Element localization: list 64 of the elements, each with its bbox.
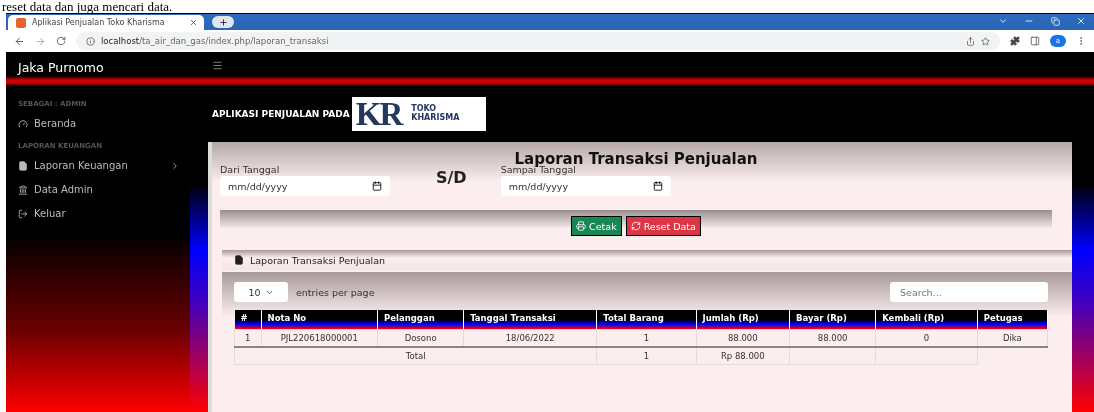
search-field[interactable]: Search... [890,282,1048,302]
close-icon [1076,16,1086,26]
address-bar[interactable]: localhost/ta_air_dan_gas/index.php/laporan_transaksi [76,32,1000,50]
column-header[interactable]: Tanggal Transaksi [463,310,597,330]
table-cell: 1 [596,347,697,365]
entries-label: entries per page [296,286,375,298]
column-header[interactable]: Nota No [261,310,378,330]
column-header[interactable]: Bayar (Rp) [789,310,876,330]
app-heading: APLIKASI PENJUALAN PADA [212,109,350,119]
table-cell: 0 [875,329,978,347]
field-label: Dari Tanggal [220,164,281,175]
print-button[interactable]: Cetak [571,216,622,236]
table-cell: PJL220618000001 [261,329,378,347]
logout-icon [18,208,28,219]
new-tab-button[interactable] [212,16,234,28]
calendar-icon[interactable] [652,181,663,191]
chevron-icon [998,16,1008,26]
menu-icon[interactable] [212,60,223,71]
sidebar-item[interactable]: Data Admin [18,184,180,195]
side-panel-icon[interactable] [1030,36,1040,46]
favicon-icon [16,17,26,28]
sidebar-item[interactable]: Beranda [18,118,180,129]
building-icon [18,184,28,195]
printer-icon [576,221,587,231]
calendar-icon[interactable] [372,181,382,191]
table-cell: 18/06/2022 [463,329,597,347]
page-size-select[interactable]: 10 [234,282,288,302]
refresh-icon [630,221,641,231]
section-header: Laporan Transaksi Penjualan [222,250,1072,270]
column-header[interactable]: Pelanggan [377,310,464,330]
column-header[interactable]: Kembali (Rp) [875,310,978,330]
table-cell: 1 [596,329,697,347]
sidebar-item[interactable]: Keluar [18,208,180,219]
table-cell: 88.000 [696,329,790,347]
column-header[interactable]: Jumlah (Rp) [696,310,790,330]
browser-tab[interactable]: Aplikasi Penjualan Toko Kharisma [8,15,204,30]
extensions-icon[interactable] [1010,36,1020,46]
column-header[interactable]: Petugas [977,310,1048,330]
table-cell: 88.000 [789,329,876,347]
user-name: Jaka Purnomo [18,60,105,75]
column-header[interactable]: # [234,310,261,330]
restore-icon [1050,16,1060,26]
sidebar-item[interactable]: Laporan Keuangan [18,160,180,171]
column-header[interactable]: Total Barang [596,310,697,330]
close-icon[interactable] [189,18,198,27]
back-icon[interactable] [14,35,25,47]
table-cell: Dika [977,329,1048,347]
date-field[interactable]: mm/dd/yyyy [220,176,390,196]
reload-icon[interactable] [56,36,66,46]
dashboard-icon [18,118,28,129]
table-cell: 1 [234,329,261,347]
tab-title: Aplikasi Penjualan Toko Kharisma [32,18,165,27]
total-label: Total [234,347,597,365]
table-cell: Rp 88.000 [696,347,790,365]
date-field[interactable]: mm/dd/yyyy [500,176,671,196]
file-icon [234,255,244,265]
store-logo: KR TOKO KHARISMA [351,97,486,131]
reset-button[interactable]: Reset Data [625,216,701,236]
table-cell: Dosono [377,329,464,347]
file-icon [18,160,28,171]
chevron-icon [170,160,180,171]
separator-text: S/D [436,168,467,187]
plus-icon [218,17,228,27]
page-title: Laporan Transaksi Penjualan [514,150,759,168]
